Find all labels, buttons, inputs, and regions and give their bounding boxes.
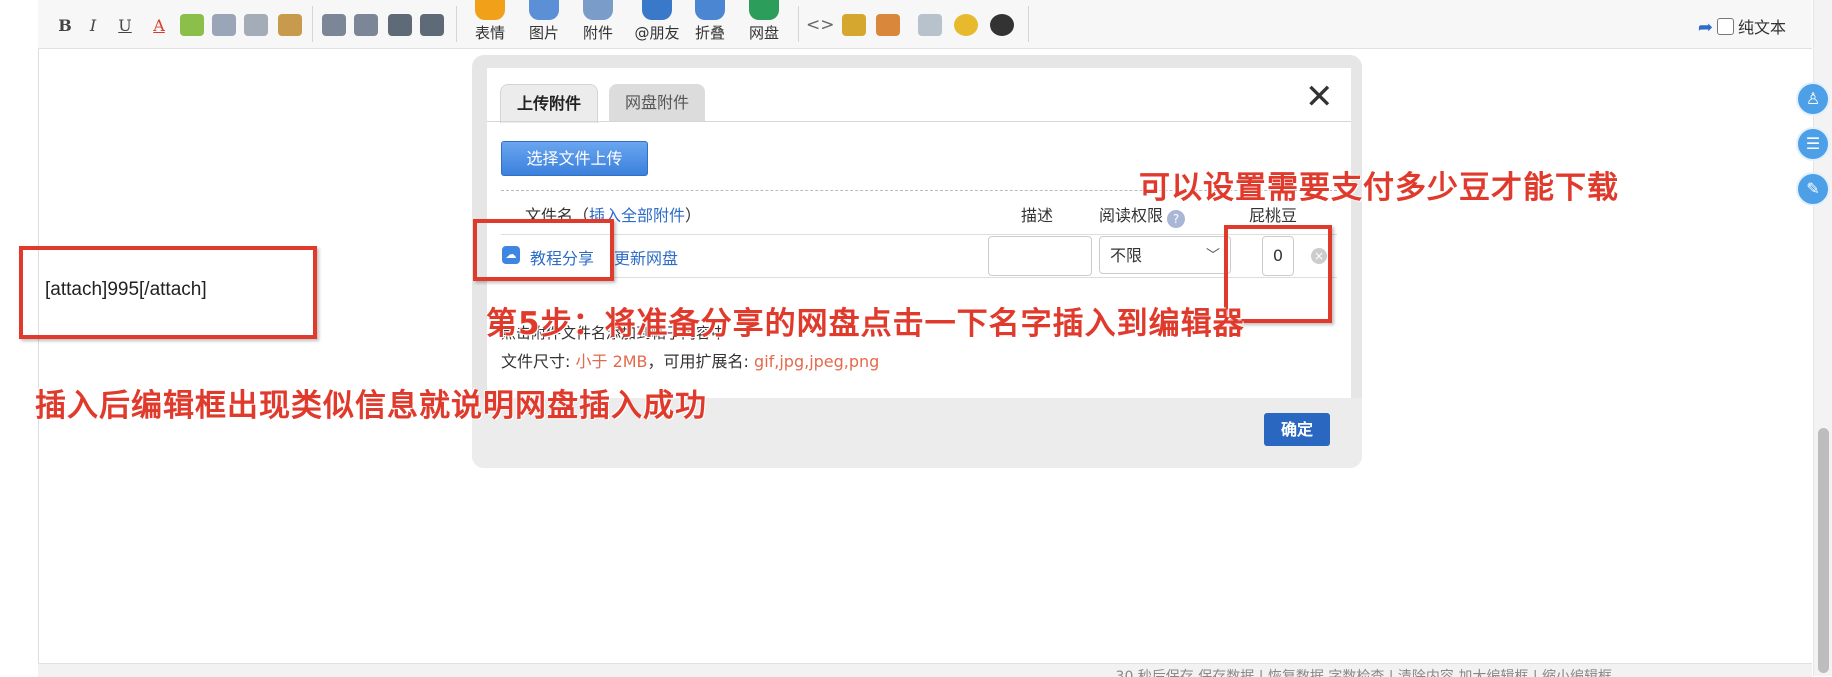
annotation-success-note: 插入后编辑框出现类似信息就说明网盘插入成功 — [35, 388, 707, 424]
emoji-button[interactable]: 表情 — [462, 0, 518, 43]
description-input[interactable] — [988, 236, 1092, 276]
plain-text-toggle[interactable]: ➦ 纯文本 — [1698, 14, 1786, 38]
toolbar-divider — [798, 6, 799, 42]
permission-header-label: 阅读权限 — [1099, 206, 1164, 225]
attachment-label: 附件 — [582, 24, 613, 42]
scrollbar-thumb[interactable] — [1818, 428, 1829, 673]
clear-format-icon[interactable] — [278, 14, 302, 36]
chevron-down-icon: ﹀ — [1206, 248, 1220, 264]
editor-status-bar: 30 秒后保存 保存数据 | 恢复数据 字数检查 | 清除内容 加大编辑框 | … — [38, 663, 1812, 677]
file-limit-text: 文件尺寸: 小于 2MB，可用扩展名: gif,jpg,jpeg,png — [501, 348, 879, 372]
size-label: 文件尺寸: — [501, 352, 576, 371]
unordered-list-icon[interactable] — [420, 14, 444, 36]
mention-button[interactable]: @朋友 — [626, 0, 688, 43]
qq-icon[interactable] — [990, 14, 1014, 36]
ext-label: ，可用扩展名: — [647, 352, 755, 371]
tab-divider — [487, 121, 1351, 122]
at-icon — [642, 0, 672, 20]
permission-value: 不限 — [1110, 246, 1143, 265]
bold-button[interactable]: B — [52, 14, 78, 38]
table-icon[interactable] — [918, 14, 942, 36]
netdisk-label: 网盘 — [748, 24, 779, 42]
code-icon[interactable]: <> — [806, 14, 835, 36]
profile-side-icon[interactable]: ♙ — [1796, 82, 1830, 116]
row-divider — [501, 277, 1337, 278]
image-icon — [529, 0, 559, 20]
tab-upload-attachment[interactable]: 上传附件 — [500, 84, 599, 123]
spellcheck-icon[interactable] — [180, 14, 204, 36]
permission-select[interactable]: 不限 ﹀ — [1099, 236, 1231, 274]
lock-icon[interactable] — [842, 14, 866, 36]
netdisk-icon — [749, 0, 779, 20]
align-center-icon[interactable] — [354, 14, 378, 36]
ordered-list-icon[interactable] — [388, 14, 412, 36]
confirm-button[interactable]: 确定 — [1264, 413, 1330, 446]
row-divider — [501, 234, 1337, 235]
image-button[interactable]: 图片 — [516, 0, 572, 43]
plain-text-checkbox[interactable] — [1716, 18, 1734, 35]
italic-button[interactable]: I — [80, 14, 106, 38]
bg-icon[interactable] — [954, 14, 978, 36]
unlink-icon[interactable] — [244, 14, 268, 36]
tab-netdisk-attachment[interactable]: 网盘附件 — [609, 84, 706, 122]
annotation-box-file — [473, 219, 614, 281]
mention-label: @朋友 — [634, 24, 680, 42]
emoji-label: 表情 — [474, 24, 505, 42]
refresh-netdisk-link[interactable]: 更新网盘 — [614, 245, 678, 269]
help-icon[interactable]: ? — [1167, 210, 1186, 228]
plain-text-label: 纯文本 — [1737, 18, 1786, 37]
close-icon[interactable]: ✕ — [1305, 80, 1334, 114]
toolbar-divider — [456, 6, 457, 42]
edit-side-icon[interactable]: ✎ — [1796, 172, 1830, 206]
attachment-icon — [583, 0, 613, 20]
media-icon[interactable] — [876, 14, 900, 36]
underline-button[interactable]: U — [112, 14, 138, 38]
notes-side-icon[interactable]: ☰ — [1796, 127, 1830, 161]
ext-value: gif,jpg,jpeg,png — [754, 352, 880, 371]
link-icon[interactable] — [212, 14, 236, 36]
align-left-icon[interactable] — [322, 14, 346, 36]
toolbar-divider — [312, 6, 313, 42]
size-value: 小于 2MB — [575, 352, 648, 371]
emoji-icon — [475, 0, 505, 20]
select-file-upload-button[interactable]: 选择文件上传 — [501, 141, 648, 176]
fold-button[interactable]: 折叠 — [682, 0, 738, 43]
annotation-price-note: 可以设置需要支付多少豆才能下载 — [1139, 170, 1619, 206]
redo-icon[interactable]: ➦ — [1698, 17, 1713, 38]
image-label: 图片 — [528, 24, 559, 42]
netdisk-button[interactable]: 网盘 — [736, 0, 792, 43]
file-name-header-suffix: ） — [685, 206, 702, 225]
fold-label: 折叠 — [694, 24, 725, 42]
annotation-step5-note: 第5步：将准备分享的网盘点击一下名字插入到编辑器 — [486, 306, 1245, 342]
font-color-button[interactable]: A — [146, 14, 172, 38]
fold-icon — [695, 0, 725, 20]
attachment-button[interactable]: 附件 — [570, 0, 626, 43]
annotation-box-editor — [19, 246, 317, 339]
description-header: 描述 — [1021, 206, 1054, 225]
toolbar-divider — [1028, 6, 1029, 42]
